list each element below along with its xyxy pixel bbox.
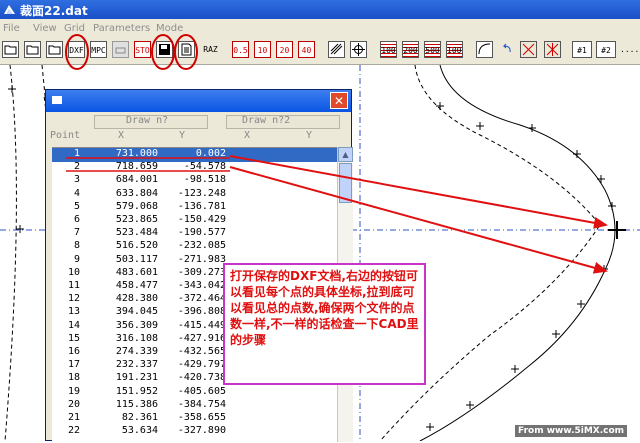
annotation-note: 打开保存的DXF文档,右边的按钮可以看见每个点的具体坐标,拉到底可以看见总的点数… [223, 263, 426, 385]
arrow-to-origin [229, 155, 608, 229]
arrow-to-point2 [229, 166, 608, 274]
watermark: From www.5iMX.com [515, 425, 628, 437]
